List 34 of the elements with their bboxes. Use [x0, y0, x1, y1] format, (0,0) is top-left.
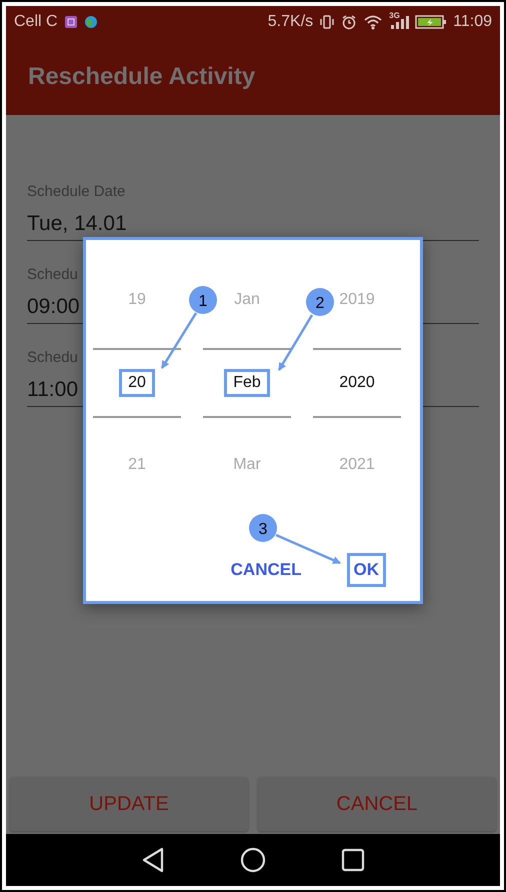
number-badge: 2: [306, 288, 334, 316]
back-icon[interactable]: [141, 847, 165, 873]
picker-value[interactable]: 2021: [333, 453, 381, 477]
picker-value[interactable]: 2019: [333, 288, 381, 312]
alarm-icon: [341, 14, 358, 30]
wifi-icon: [363, 14, 384, 30]
arrow: [160, 312, 198, 369]
number-badge: 1: [189, 286, 217, 314]
carrier-name: Cell C: [14, 13, 58, 31]
home-icon[interactable]: [240, 847, 266, 873]
picker-value[interactable]: 19: [122, 288, 152, 312]
vibrate-icon: [319, 14, 336, 30]
picker-value[interactable]: Mar: [227, 453, 267, 477]
number-badge: 3: [249, 514, 277, 542]
picker-value[interactable]: 20: [119, 369, 155, 397]
picker-value[interactable]: Jan: [228, 288, 266, 312]
picker-value[interactable]: 2020: [333, 371, 381, 395]
arrow: [276, 534, 341, 564]
arrow: [278, 314, 314, 371]
battery-icon: [415, 14, 448, 30]
clock-time: 11:09: [453, 13, 492, 31]
network-speed: 5.7K/s: [268, 13, 314, 31]
network-type: 3G: [389, 11, 400, 20]
action-button[interactable]: UPDATE: [10, 777, 248, 831]
picker-value[interactable]: 21: [122, 453, 152, 477]
signal-icon: [389, 14, 410, 30]
app-icon: [64, 15, 78, 29]
globe-icon: [84, 15, 98, 29]
action-button[interactable]: CANCEL: [258, 777, 496, 831]
recents-icon[interactable]: [341, 848, 365, 872]
dialog-button[interactable]: OK: [346, 553, 386, 587]
picker-value[interactable]: Feb: [224, 369, 270, 397]
screen-title: Reschedule Activity: [28, 62, 256, 90]
dialog-button[interactable]: CANCEL: [224, 553, 308, 587]
